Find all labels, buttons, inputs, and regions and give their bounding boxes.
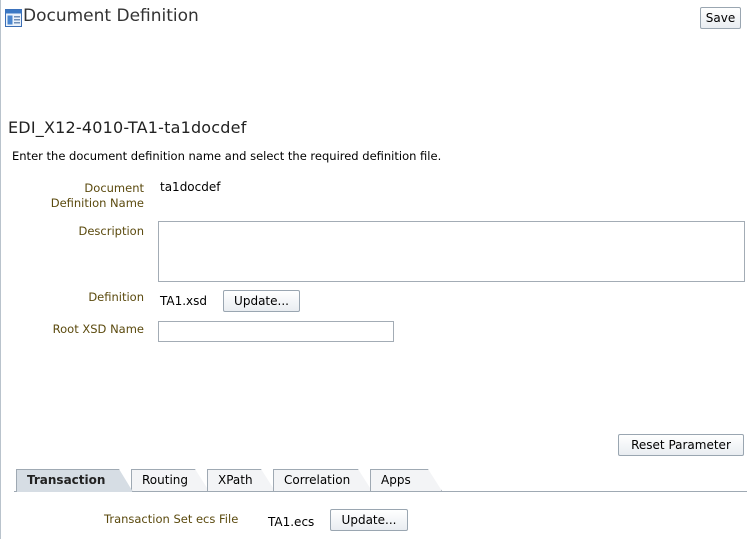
tab-correlation[interactable]: Correlation xyxy=(273,469,372,491)
doc-def-name-label: Document Definition Name xyxy=(51,181,144,211)
transaction-ecs-update-button[interactable]: Update... xyxy=(330,509,408,531)
document-definition-icon xyxy=(5,9,22,27)
left-frame-border xyxy=(0,0,1,539)
description-label: Description xyxy=(78,224,145,238)
document-definition-title: EDI_X12-4010-TA1-ta1docdef xyxy=(8,118,247,137)
root-xsd-name-input[interactable] xyxy=(158,321,394,342)
page-title: Document Definition xyxy=(23,6,199,26)
tab-transaction[interactable]: Transaction xyxy=(16,469,133,492)
definition-value: TA1.xsd xyxy=(160,294,208,308)
doc-def-name-value: ta1docdef xyxy=(160,180,221,194)
page-header: Document Definition Save xyxy=(0,0,747,40)
definition-update-button[interactable]: Update... xyxy=(223,290,300,312)
reset-parameter-button[interactable]: Reset Parameter xyxy=(618,434,744,456)
tab-apps[interactable]: Apps xyxy=(370,469,442,491)
transaction-ecs-value: TA1.ecs xyxy=(268,515,315,529)
root-xsd-name-label: Root XSD Name xyxy=(52,322,144,336)
doc-def-name-label-line1: Document xyxy=(84,181,144,195)
instructions-text: Enter the document definition name and s… xyxy=(12,149,442,163)
tab-routing[interactable]: Routing xyxy=(131,469,209,491)
transaction-ecs-label: Transaction Set ecs File xyxy=(104,512,239,526)
definition-label: Definition xyxy=(88,290,144,304)
tab-xpath[interactable]: XPath xyxy=(207,469,275,491)
description-textarea[interactable] xyxy=(158,221,745,282)
save-button[interactable]: Save xyxy=(700,7,741,29)
doc-def-name-label-line2: Definition Name xyxy=(50,196,144,210)
